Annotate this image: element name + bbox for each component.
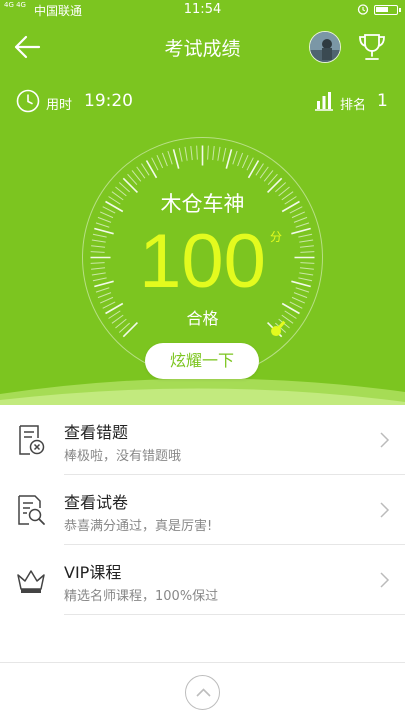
gauge-tick (207, 145, 209, 160)
status-bar: 4G 4G 中国联通 11:54 (0, 0, 405, 20)
expand-button[interactable] (185, 675, 220, 710)
achievement-title: 木仓车神 (160, 192, 245, 216)
list-item-view-paper[interactable]: 查看试卷 恭喜满分通过，真是厉害! (0, 475, 405, 545)
gauge-tick (196, 145, 198, 160)
gauge-tick (161, 152, 168, 167)
gauge-tick (222, 147, 227, 162)
score-unit: 分 (270, 230, 283, 244)
rank-label: 排名 (340, 98, 367, 113)
page-title: 考试成绩 (164, 38, 241, 60)
list-item-subtitle: 棒极啦，没有错题哦 (64, 449, 182, 464)
pass-status: 合格 (186, 309, 219, 328)
list-item-title: 查看错题 (64, 423, 129, 442)
gauge-tick (141, 163, 150, 176)
gauge-tick (156, 154, 164, 169)
share-button[interactable]: 炫耀一下 (145, 343, 259, 379)
gauge-tick (145, 160, 158, 179)
gauge-tick (232, 150, 238, 165)
list-item-view-mistakes[interactable]: 查看错题 棒极啦，没有错题哦 (0, 405, 405, 475)
gauge-tick (136, 166, 146, 179)
avatar[interactable] (309, 31, 341, 63)
status-time: 11:54 (183, 2, 222, 17)
error-sheet-icon (19, 425, 45, 455)
chevron-up-icon (196, 688, 211, 697)
crown-icon (17, 570, 45, 593)
action-list: 查看错题 棒极啦，没有错题哦 查看试卷 恭喜满分通过，真是厉害! VIP课程 精… (0, 405, 405, 615)
gauge-tick (241, 154, 249, 169)
exam-stats: 用时 19:20 排名 1 (0, 86, 405, 116)
list-item-title: 查看试卷 (64, 493, 129, 512)
gauge-tick (263, 170, 274, 182)
gauge-tick (178, 147, 183, 162)
rank-value: 1 (377, 91, 388, 111)
chevron-right-icon (380, 502, 390, 518)
chevron-right-icon (380, 572, 390, 588)
divider (64, 614, 405, 615)
time-used-value: 19:20 (84, 91, 133, 111)
gauge-tick (212, 146, 215, 161)
list-item-subtitle: 精选名师课程，100%保过 (64, 589, 219, 604)
alarm-icon (357, 4, 369, 15)
gauge-tick (217, 146, 221, 161)
gauge-tick (172, 149, 180, 169)
list-item-subtitle: 恭喜满分通过，真是厉害! (64, 519, 213, 534)
gauge-tick (225, 149, 233, 169)
list-item-vip-course[interactable]: VIP课程 精选名师课程，100%保过 (0, 545, 405, 615)
gauge-tick (246, 157, 254, 171)
gauge-tick (190, 146, 193, 161)
time-used-label: 用时 (46, 98, 73, 113)
score-value: 100 (139, 219, 266, 304)
gauge-tick (247, 160, 260, 179)
trophy-icon[interactable] (355, 30, 389, 64)
clock-icon (16, 89, 40, 113)
bottom-bar (0, 662, 405, 720)
list-item-title: VIP课程 (64, 563, 122, 582)
result-hero: 4G 4G 中国联通 11:54 考试成绩 用时 19:20 排名 1 木仓车神… (0, 0, 405, 405)
gauge-tick (237, 152, 244, 167)
gauge-tick (151, 157, 159, 171)
nav-bar: 考试成绩 (0, 22, 405, 74)
gauge-tick (131, 170, 142, 182)
ranking-icon (315, 92, 333, 111)
gauge-tick (255, 163, 264, 176)
battery-icon (374, 5, 401, 15)
gauge-tick (184, 146, 188, 161)
gauge-tick (167, 150, 173, 165)
paper-search-icon (18, 495, 45, 525)
gauge-tick (259, 166, 269, 179)
chevron-right-icon (380, 432, 390, 448)
